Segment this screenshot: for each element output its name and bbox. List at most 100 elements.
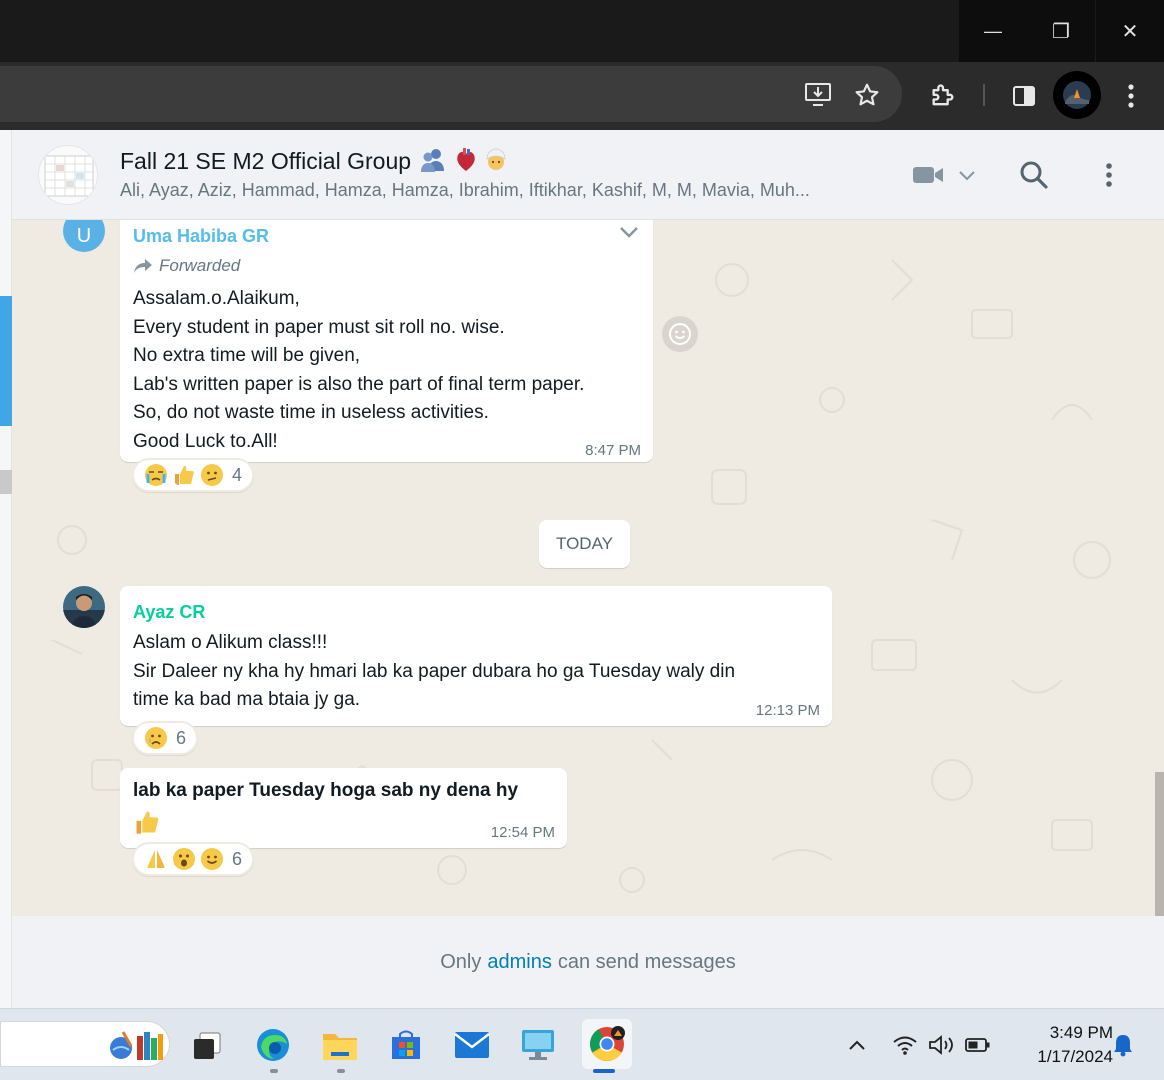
message-sender[interactable]: Uma Habiba GR [133,226,269,247]
profile-image-icon [1063,81,1091,109]
profile-avatar[interactable] [1053,71,1101,119]
surprised-face-emoji-icon [173,848,195,870]
windows-taskbar: 3:49 PM 1/17/2024 [0,1008,1164,1080]
search-highlight-icon [110,1031,163,1060]
close-icon: ✕ [1121,20,1139,43]
smiley-icon [669,323,691,345]
clock-date: 1/17/2024 [1037,1047,1113,1066]
sender-avatar[interactable] [63,586,105,628]
people-emoji-icon [421,149,445,172]
monitor-icon [522,1030,554,1060]
volume-icon [929,1035,953,1055]
message-reactions[interactable]: 6 [132,721,199,755]
remote-desktop-app[interactable] [516,1023,560,1067]
admin-only-notice: Only admins can send messages [12,916,1164,1008]
thumbs-up-emoji-icon [175,466,194,485]
task-view-icon [194,1032,221,1059]
maximize-button[interactable]: ❐ [1027,0,1095,62]
chat-list-edge [0,130,12,1008]
mail-envelope-icon [454,1032,490,1058]
side-panel-icon[interactable] [1008,80,1040,112]
toolbar-separator [983,84,985,106]
chrome-app[interactable] [582,1019,632,1069]
group-members: Ali, Ayaz, Aziz, Hammad, Hamza, Hamza, I… [120,180,810,200]
bell-icon [1114,1035,1132,1057]
timetable-image-icon [44,155,94,197]
profile-photo-icon [63,586,105,628]
minimize-button[interactable]: — [959,0,1027,62]
avatar-letter: U [76,224,92,247]
edge-app[interactable] [251,1023,295,1067]
message-options-chevron-icon[interactable] [617,220,641,244]
slight-smile-emoji-icon [201,848,223,870]
message-list[interactable]: U Uma Habiba GR Forwarded Assalam.o.Alai… [12,220,1164,916]
search-icon [1020,161,1048,189]
store-icon [392,1030,420,1059]
battery-icon [965,1038,990,1052]
notifications-button[interactable] [1109,1023,1137,1067]
message-text: Assalam.o.Alaikum, Every student in pape… [133,288,585,452]
chat-header[interactable]: Fall 21 SE M2 Official Group Ali, Ayaz, … [12,130,1164,220]
group-name-text: Fall 21 SE M2 Official Group [120,148,412,174]
reaction-count: 6 [176,727,187,748]
task-view-button[interactable] [185,1023,229,1067]
react-button[interactable] [662,316,698,352]
message-bubble[interactable]: Uma Habiba GR Forwarded Assalam.o.Alaiku… [120,220,653,462]
wifi-icon [893,1036,917,1055]
chrome-active-indicator [593,1069,615,1073]
microsoft-store-app[interactable] [384,1023,428,1067]
reaction-count: 6 [232,848,243,869]
sad-tear-face-emoji-icon [145,727,167,749]
kebab-menu-icon [1106,163,1112,187]
reaction-count: 4 [232,464,243,485]
system-tray-status[interactable] [888,1023,996,1067]
mail-app[interactable] [450,1023,494,1067]
group-avatar[interactable] [38,145,98,205]
crying-face-emoji-icon [145,464,167,486]
person-turban-emoji-icon [486,148,506,170]
restore-icon: ❐ [1052,20,1070,43]
bookmark-star-icon[interactable] [852,80,882,110]
chat-menu-button[interactable] [1096,158,1122,192]
taskbar-search[interactable] [0,1021,170,1067]
message-time: 12:54 PM [490,824,555,841]
address-bar[interactable] [0,66,902,122]
chrome-icon [590,1026,625,1061]
install-app-icon[interactable] [803,80,833,110]
message-reactions[interactable]: 4 [132,458,255,492]
taskbar-clock[interactable]: 3:49 PM 1/17/2024 [1003,1021,1113,1069]
whatsapp-web: Fall 21 SE M2 Official Group Ali, Ayaz, … [0,130,1164,1008]
message-list-scrollbar[interactable] [1155,772,1164,916]
admins-link[interactable]: admins [487,951,551,974]
forwarded-label: Forwarded [133,256,240,276]
date-divider-text: TODAY [556,534,613,553]
notice-prefix: Only [440,950,482,973]
close-button[interactable]: ✕ [1096,0,1164,62]
video-call-button[interactable] [910,160,978,190]
group-name[interactable]: Fall 21 SE M2 Official Group [120,147,508,175]
extensions-icon[interactable] [927,80,959,112]
forwarded-text: Forwarded [159,256,241,275]
explorer-running-indicator [337,1069,345,1073]
message-sender[interactable]: Ayaz CR [133,602,205,623]
anatomical-heart-emoji-icon [457,148,475,171]
thumbs-up-emoji-icon [136,811,159,834]
chevron-down-icon [959,171,975,181]
edge-running-indicator [270,1069,278,1073]
clock-time: 3:49 PM [1049,1023,1113,1042]
confused-face-emoji-icon [201,464,223,486]
show-hidden-icons-button[interactable] [839,1023,875,1067]
edge-browser-icon [257,1029,289,1061]
video-camera-icon [913,167,943,183]
chat-list-scrollbar[interactable] [0,470,12,494]
message-reactions[interactable]: 6 [132,842,255,876]
message-bubble[interactable]: lab ka paper Tuesday hoga sab ny dena hy… [120,768,567,848]
message-text: Aslam o Alikum class!!! Sir Daleer ny kh… [133,632,736,711]
search-button[interactable] [1017,158,1051,192]
folder-icon [323,1034,357,1060]
browser-menu-icon[interactable] [1117,80,1145,112]
browser-titlebar: — ❐ ✕ [0,0,1164,62]
message-text: lab ka paper Tuesday hoga sab ny dena hy [133,780,519,801]
file-explorer-app[interactable] [318,1023,362,1067]
message-bubble[interactable]: Ayaz CR Aslam o Alikum class!!! Sir Dale… [120,586,832,726]
